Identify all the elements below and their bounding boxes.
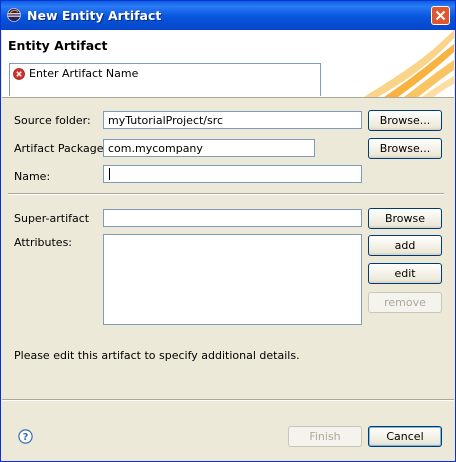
super-artifact-label: Super-artifact [14, 212, 90, 225]
wizard-header: Entity Artifact Enter Artifact Name [2, 30, 454, 98]
super-artifact-browse-button[interactable]: Browse [368, 208, 442, 229]
page-title: Entity Artifact [8, 38, 108, 53]
attributes-list[interactable] [103, 234, 362, 325]
name-label: Name: [14, 170, 51, 183]
artifact-package-field[interactable]: com.mycompany [103, 139, 315, 157]
close-icon [435, 10, 446, 21]
artifact-package-browse-button[interactable]: Browse... [368, 138, 442, 159]
source-folder-label: Source folder: [14, 114, 91, 127]
finish-button[interactable]: Finish [288, 426, 362, 447]
error-icon [13, 68, 25, 80]
error-message: Enter Artifact Name [29, 67, 139, 80]
hint-text: Please edit this artifact to specify add… [14, 349, 300, 362]
artifact-package-label: Artifact Package: [14, 142, 108, 155]
super-artifact-field[interactable] [103, 209, 362, 227]
footer-separator [2, 399, 454, 401]
title-bar[interactable]: New Entity Artifact [1, 1, 455, 30]
add-attribute-button[interactable]: add [368, 235, 442, 256]
help-icon[interactable]: ? [18, 429, 33, 444]
window-title: New Entity Artifact [27, 8, 162, 23]
message-area: Enter Artifact Name [9, 63, 321, 96]
source-folder-browse-button[interactable]: Browse... [368, 110, 442, 131]
source-folder-field[interactable]: myTutorialProject/src [103, 111, 362, 129]
edit-attribute-button[interactable]: edit [368, 263, 442, 284]
dialog-window: New Entity Artifact Entity Artifact Ente… [0, 0, 456, 462]
text-caret [109, 168, 110, 180]
name-field[interactable] [103, 165, 362, 183]
separator [8, 193, 444, 195]
svg-text:?: ? [23, 432, 29, 443]
close-button[interactable] [431, 6, 450, 25]
remove-attribute-button[interactable]: remove [368, 292, 442, 313]
attributes-label: Attributes: [14, 236, 73, 249]
wizard-banner-graphic [364, 30, 454, 97]
eclipse-icon [7, 8, 21, 22]
cancel-button[interactable]: Cancel [368, 426, 442, 447]
